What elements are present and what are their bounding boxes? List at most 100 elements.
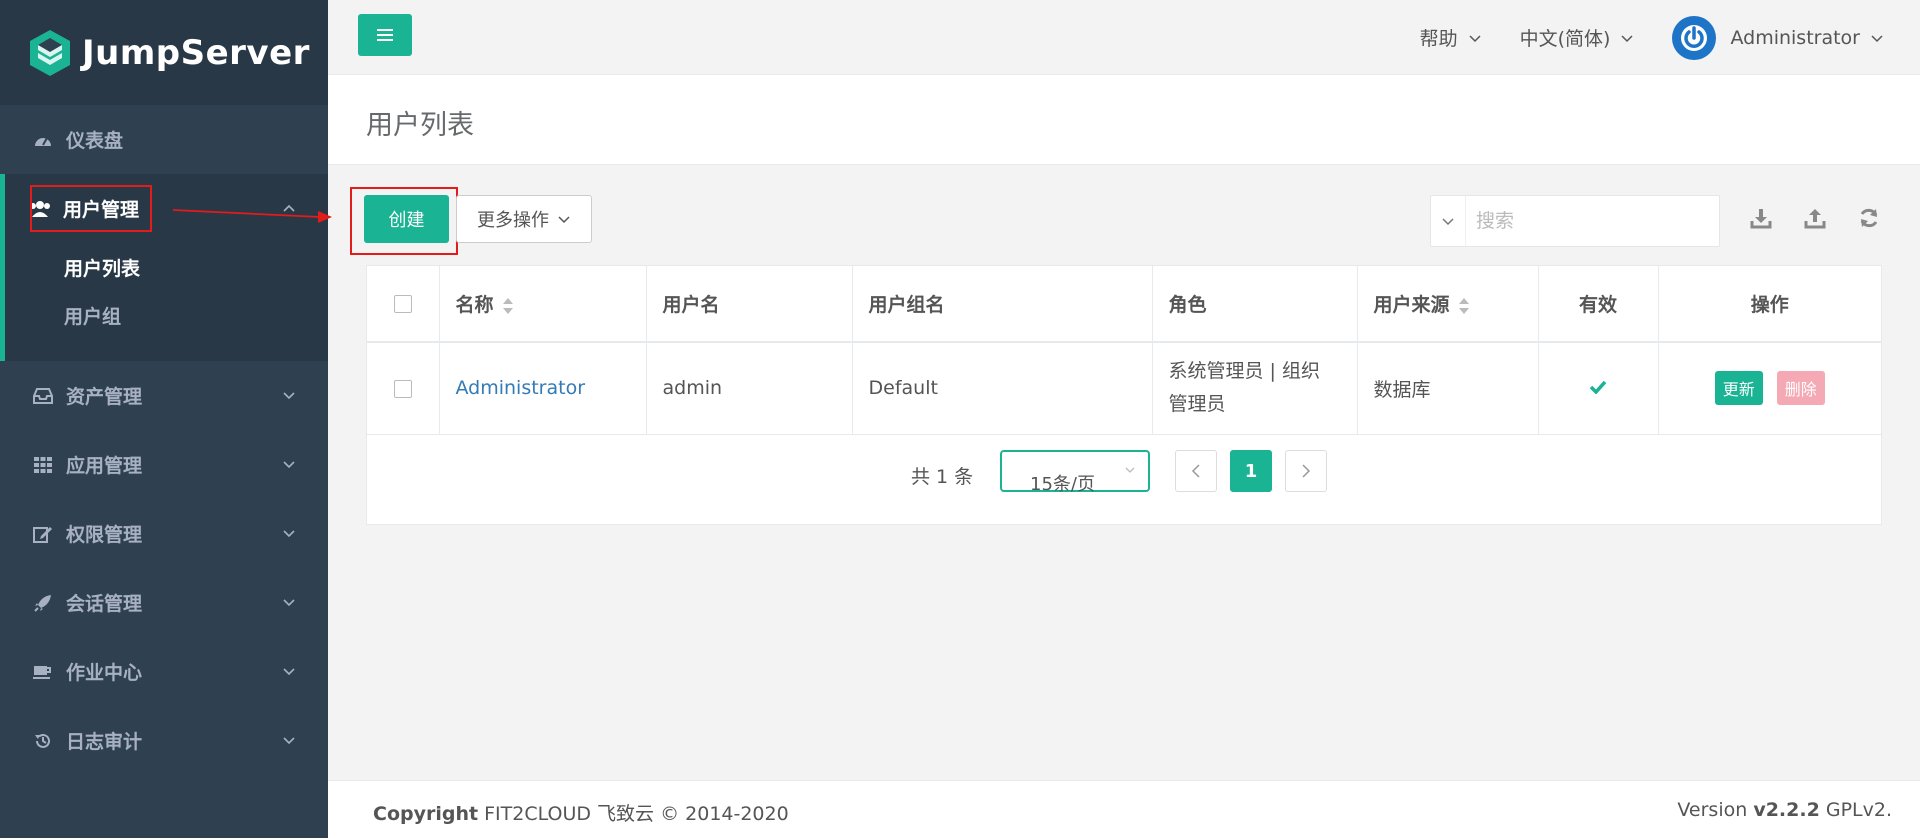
version-label: Version [1677, 799, 1748, 821]
sidebar-subitem-user-list[interactable]: 用户列表 [5, 243, 328, 291]
chevron-down-icon [283, 599, 295, 607]
logo[interactable]: JumpServer [0, 0, 328, 105]
chevron-down-icon [558, 216, 570, 224]
language-label: 中文(简体) [1519, 28, 1611, 50]
row-checkbox[interactable] [393, 379, 412, 398]
chevron-down-icon [283, 668, 295, 676]
page-button-1[interactable]: 1 [1230, 450, 1272, 492]
prev-page-button[interactable] [1175, 450, 1217, 492]
page-title: 用户列表 [366, 110, 474, 141]
select-all-cell [367, 266, 440, 343]
inbox-icon [32, 385, 54, 407]
sidebar-item-dashboard[interactable]: 仪表盘 [0, 105, 328, 174]
upload-icon [1804, 209, 1826, 229]
column-header-username: 用户名 [646, 266, 853, 343]
sidebar-item-users[interactable]: 用户管理 [5, 174, 328, 243]
search-box [1430, 195, 1720, 247]
search-input[interactable] [1466, 196, 1719, 246]
cell-source: 数据库 [1357, 342, 1539, 435]
help-label: 帮助 [1419, 28, 1458, 50]
sidebar-item-label: 仪表盘 [66, 130, 124, 152]
chevron-down-icon [283, 461, 295, 469]
edit-icon [32, 523, 54, 545]
sidebar-item-applications[interactable]: 应用管理 [0, 430, 328, 499]
column-header-role: 角色 [1152, 266, 1358, 343]
license-text: GPLv2. [1825, 799, 1892, 821]
column-header-source[interactable]: 用户来源 [1357, 266, 1539, 343]
sidebar-item-permissions[interactable]: 权限管理 [0, 499, 328, 568]
download-icon [1750, 209, 1772, 229]
cell-role: 系统管理员 | 组织管理员 [1152, 342, 1358, 435]
avatar [1672, 15, 1717, 60]
chevron-left-icon [1191, 464, 1200, 478]
jumpserver-logo-icon [30, 29, 70, 76]
rocket-icon [32, 592, 54, 614]
menu-toggle-button[interactable] [358, 14, 412, 56]
sidebar-item-label: 资产管理 [66, 386, 143, 408]
column-header-group: 用户组名 [852, 266, 1153, 343]
import-button[interactable] [1802, 205, 1828, 231]
sidebar-item-audit[interactable]: 日志审计 [0, 706, 328, 775]
export-button[interactable] [1748, 205, 1774, 231]
chevron-down-icon [1469, 34, 1481, 42]
row-select-cell [367, 342, 440, 435]
sidebar-group-users: 用户管理 用户列表 用户组 [0, 174, 328, 361]
column-header-valid: 有效 [1538, 266, 1659, 343]
brand-name: JumpServer [82, 32, 310, 73]
sidebar-item-label: 用户管理 [63, 199, 140, 221]
next-page-button[interactable] [1285, 450, 1327, 492]
more-actions-label: 更多操作 [477, 210, 549, 230]
sidebar-item-label: 权限管理 [66, 524, 143, 546]
chevron-up-icon [283, 204, 295, 212]
create-button[interactable]: 创建 [364, 195, 449, 243]
more-actions-button[interactable]: 更多操作 [456, 195, 592, 243]
sidebar-item-jobs[interactable]: 作业中心 [0, 637, 328, 706]
footer-copyright: Copyright FIT2CLOUD 飞致云 © 2014-2020 [373, 799, 789, 826]
user-table-panel: 名称 用户名 用户组名 角色 用户来源 有效 操作 Administrator … [366, 265, 1882, 525]
refresh-button[interactable] [1856, 205, 1882, 231]
user-name-link[interactable]: Administrator [456, 377, 586, 399]
history-icon [32, 730, 54, 752]
page-size-label: 15条/页 [1030, 474, 1095, 495]
user-menu[interactable]: Administrator [1672, 15, 1884, 60]
table-row: Administrator admin Default 系统管理员 | 组织管理… [367, 342, 1881, 435]
sort-icon [1458, 297, 1469, 314]
column-header-name[interactable]: 名称 [439, 266, 647, 343]
copyright-text: FIT2CLOUD 飞致云 © 2014-2020 [484, 803, 789, 825]
search-field-dropdown[interactable] [1431, 196, 1466, 246]
chevron-right-icon [1302, 464, 1311, 478]
users-submenu: 用户列表 用户组 [5, 243, 328, 361]
help-menu[interactable]: 帮助 [1420, 24, 1482, 51]
select-all-checkbox[interactable] [393, 295, 412, 313]
chevron-down-icon [1442, 218, 1454, 226]
coffee-icon [32, 661, 54, 683]
delete-button[interactable]: 删除 [1776, 371, 1825, 406]
sidebar-item-assets[interactable]: 资产管理 [0, 361, 328, 430]
sidebar-item-label: 应用管理 [66, 455, 143, 477]
version-number: v2.2.2 [1753, 799, 1820, 821]
sidebar: JumpServer 仪表盘 用户管理 用户列表 用户组 资产管理 应用管理 权… [0, 0, 328, 838]
cell-group: Default [852, 342, 1153, 435]
language-menu[interactable]: 中文(简体) [1520, 24, 1635, 51]
sidebar-subitem-user-group[interactable]: 用户组 [5, 291, 328, 339]
table-header-row: 名称 用户名 用户组名 角色 用户来源 有效 操作 [367, 266, 1881, 343]
top-right-menu: 帮助 中文(简体) Administrator [1382, 0, 1884, 75]
cell-actions: 更新 删除 [1658, 342, 1881, 435]
sidebar-item-sessions[interactable]: 会话管理 [0, 568, 328, 637]
update-button[interactable]: 更新 [1714, 371, 1763, 406]
pagination-total: 共 1 条 [911, 466, 974, 488]
users-icon [29, 198, 51, 220]
chevron-down-icon [1125, 467, 1135, 473]
sidebar-item-label: 日志审计 [66, 731, 143, 753]
sort-icon [502, 297, 513, 314]
chevron-down-icon [283, 530, 295, 538]
pagination: 共 1 条 15条/页 1 [367, 436, 1881, 506]
column-header-actions: 操作 [1658, 266, 1881, 343]
footer: Copyright FIT2CLOUD 飞致云 © 2014-2020 Vers… [328, 780, 1920, 838]
footer-version: Version v2.2.2 GPLv2. [1677, 799, 1892, 821]
cell-username: admin [646, 342, 853, 435]
page-size-select[interactable]: 15条/页 [1000, 450, 1150, 495]
top-navbar: 帮助 中文(简体) Administrator [328, 0, 1920, 75]
check-icon [1589, 381, 1607, 395]
chevron-down-icon [1871, 34, 1883, 42]
